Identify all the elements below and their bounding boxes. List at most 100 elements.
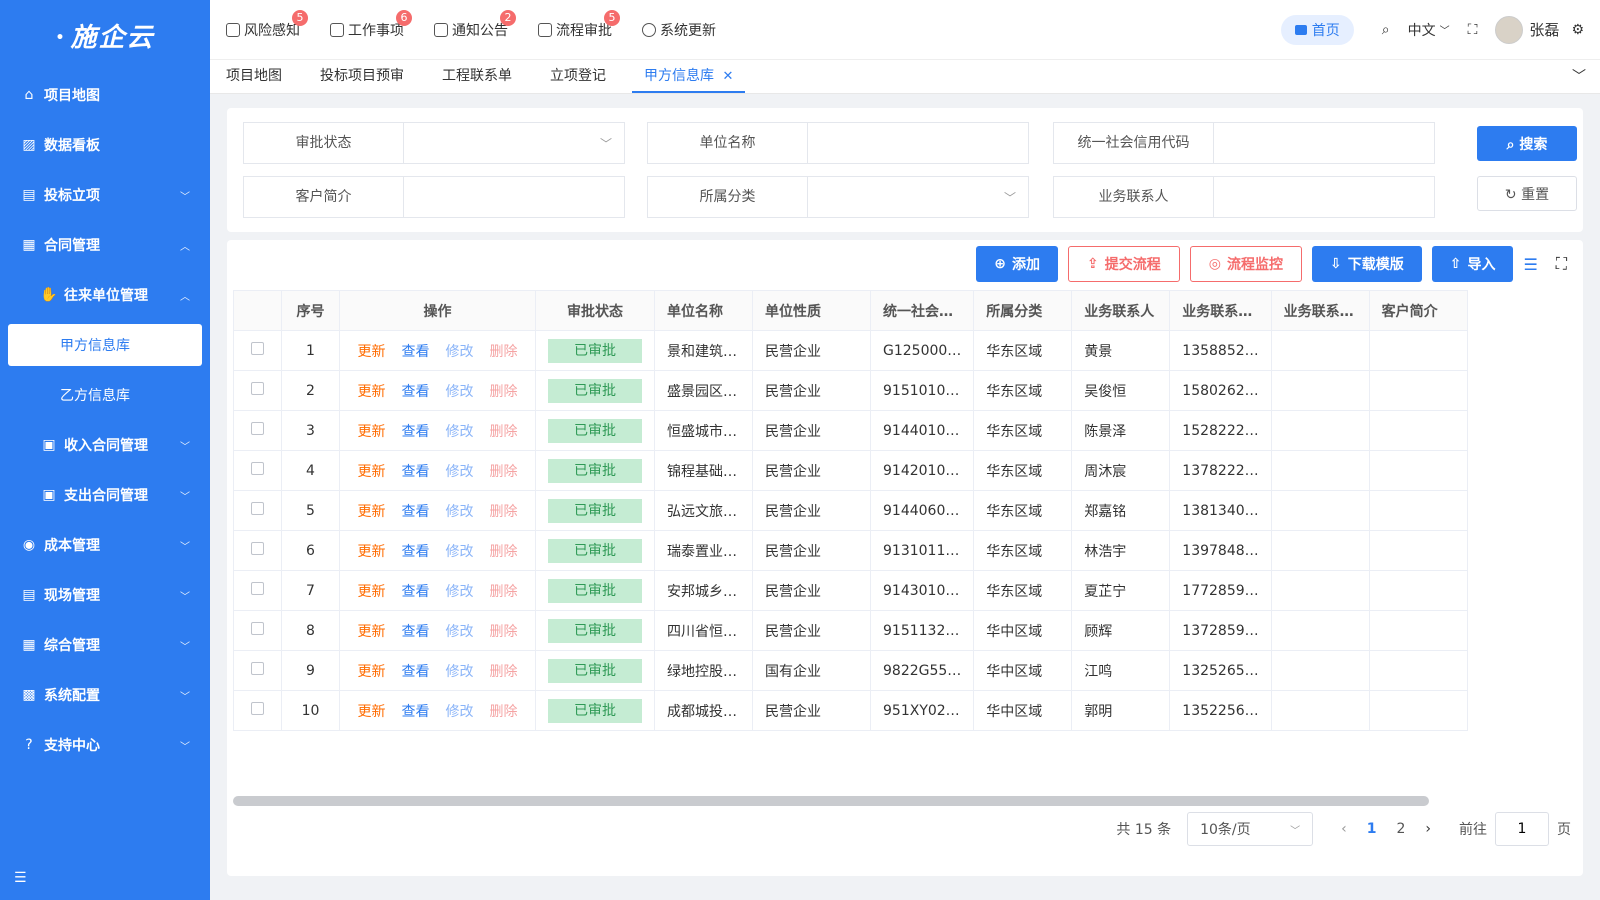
row-checkbox[interactable] xyxy=(251,582,264,595)
search-button[interactable]: ⌕ 搜索 xyxy=(1477,126,1577,161)
edit-link[interactable]: 修改 xyxy=(446,424,474,440)
column-header[interactable]: 所属分类 xyxy=(973,290,1073,331)
row-checkbox[interactable] xyxy=(251,662,264,675)
update-link[interactable]: 更新 xyxy=(358,544,386,560)
column-header[interactable]: 审批状态 xyxy=(535,290,655,331)
chevron-down-icon[interactable]: ﹀ xyxy=(1572,66,1586,86)
column-settings-icon[interactable]: ☰ xyxy=(1523,255,1537,274)
view-link[interactable]: 查看 xyxy=(402,584,430,600)
goto-page-input[interactable] xyxy=(1495,812,1549,846)
search-icon[interactable]: ⌕ xyxy=(1382,22,1390,38)
sidebar-item-bidding[interactable]: ▤ 投标立项 ﹀ xyxy=(0,170,210,220)
reset-button[interactable]: ↻ 重置 xyxy=(1477,176,1577,211)
update-link[interactable]: 更新 xyxy=(358,384,386,400)
edit-link[interactable]: 修改 xyxy=(446,664,474,680)
language-select[interactable]: 中文 ﹀ xyxy=(1408,20,1450,40)
edit-link[interactable]: 修改 xyxy=(446,464,474,480)
view-link[interactable]: 查看 xyxy=(402,624,430,640)
avatar[interactable] xyxy=(1495,15,1524,44)
edit-link[interactable]: 修改 xyxy=(446,624,474,640)
row-checkbox[interactable] xyxy=(251,542,264,555)
delete-link[interactable]: 删除 xyxy=(490,704,518,720)
topnav-approvals[interactable]: 流程审批 5 xyxy=(538,9,620,40)
tab-project-map[interactable]: 项目地图 xyxy=(214,59,294,93)
add-button[interactable]: ⊕ 添加 xyxy=(976,246,1059,282)
row-checkbox[interactable] xyxy=(251,382,264,395)
column-header[interactable]: 单位名称 xyxy=(654,290,753,331)
customer-profile-input[interactable] xyxy=(404,177,624,217)
topnav-tasks[interactable]: 工作事项 6 xyxy=(330,9,412,40)
prev-page-icon[interactable]: ‹ xyxy=(1341,821,1347,837)
approval-status-select[interactable] xyxy=(404,123,624,163)
delete-link[interactable]: 删除 xyxy=(490,424,518,440)
fullscreen-icon[interactable]: ⛶ xyxy=(1468,22,1478,38)
page-number[interactable]: 1 xyxy=(1367,821,1377,837)
download-template-button[interactable]: ⇩ 下载模版 xyxy=(1311,246,1422,282)
tab-bid-prequal[interactable]: 投标项目预审 xyxy=(308,59,416,93)
collapse-sidebar-icon[interactable]: ☰ xyxy=(14,870,27,886)
page-size-select[interactable]: 10条/页 ﹀ xyxy=(1187,812,1314,846)
username[interactable]: 张磊 xyxy=(1529,19,1559,40)
sidebar-item-partner-units[interactable]: ✋ 往来单位管理 ︿ xyxy=(0,270,210,320)
sidebar-item-cost[interactable]: ◉ 成本管理 ﹀ xyxy=(0,520,210,570)
column-header[interactable]: 单位性质 xyxy=(752,290,871,331)
sidebar-item-project-map[interactable]: ⌂ 项目地图 xyxy=(0,70,210,120)
view-link[interactable]: 查看 xyxy=(402,664,430,680)
edit-link[interactable]: 修改 xyxy=(446,584,474,600)
submit-flow-button[interactable]: ⇪ 提交流程 xyxy=(1068,246,1180,282)
update-link[interactable]: 更新 xyxy=(358,504,386,520)
edit-link[interactable]: 修改 xyxy=(446,704,474,720)
row-checkbox[interactable] xyxy=(251,342,264,355)
sidebar-item-system-config[interactable]: ▩ 系统配置 ﹀ xyxy=(0,670,210,720)
column-header[interactable]: 业务联系… xyxy=(1270,290,1370,331)
update-link[interactable]: 更新 xyxy=(358,464,386,480)
view-link[interactable]: 查看 xyxy=(402,344,430,360)
delete-link[interactable]: 删除 xyxy=(490,664,518,680)
column-header[interactable]: 序号 xyxy=(281,290,340,331)
close-icon[interactable]: ✕ xyxy=(722,69,733,84)
edit-link[interactable]: 修改 xyxy=(446,384,474,400)
logo[interactable]: 施企云 xyxy=(0,0,210,70)
credit-code-input[interactable] xyxy=(1214,123,1434,163)
sidebar-item-dashboard[interactable]: ▨ 数据看板 xyxy=(0,120,210,170)
page-number[interactable]: 2 xyxy=(1396,821,1405,837)
gear-icon[interactable]: ⚙ xyxy=(1571,22,1584,38)
delete-link[interactable]: 删除 xyxy=(490,344,518,360)
update-link[interactable]: 更新 xyxy=(358,584,386,600)
view-link[interactable]: 查看 xyxy=(402,504,430,520)
next-page-icon[interactable]: › xyxy=(1425,821,1431,837)
row-checkbox[interactable] xyxy=(251,462,264,475)
delete-link[interactable]: 删除 xyxy=(490,584,518,600)
view-link[interactable]: 查看 xyxy=(402,384,430,400)
home-button[interactable]: 首页 xyxy=(1280,14,1354,45)
row-checkbox[interactable] xyxy=(251,502,264,515)
delete-link[interactable]: 删除 xyxy=(490,624,518,640)
contact-input[interactable] xyxy=(1214,177,1434,217)
import-button[interactable]: ⇧ 导入 xyxy=(1431,246,1514,282)
sidebar-item-contract[interactable]: ▦ 合同管理 ︿ xyxy=(0,220,210,270)
horizontal-scrollbar[interactable] xyxy=(233,796,1429,806)
update-link[interactable]: 更新 xyxy=(358,624,386,640)
column-header[interactable]: 业务联系人 xyxy=(1071,290,1171,331)
flow-monitor-button[interactable]: ◎ 流程监控 xyxy=(1189,246,1302,282)
topnav-risk[interactable]: 风险感知 5 xyxy=(226,9,308,40)
row-checkbox[interactable] xyxy=(251,422,264,435)
view-link[interactable]: 查看 xyxy=(402,704,430,720)
edit-link[interactable]: 修改 xyxy=(446,544,474,560)
topnav-updates[interactable]: 系统更新 xyxy=(642,20,716,40)
view-link[interactable]: 查看 xyxy=(402,424,430,440)
view-link[interactable]: 查看 xyxy=(402,544,430,560)
delete-link[interactable]: 删除 xyxy=(490,384,518,400)
tab-contact-sheet[interactable]: 工程联系单 xyxy=(430,59,524,93)
row-checkbox[interactable] xyxy=(251,622,264,635)
sidebar-item-support[interactable]: ? 支持中心 ﹀ xyxy=(0,720,210,770)
update-link[interactable]: 更新 xyxy=(358,344,386,360)
column-header[interactable]: 统一社会… xyxy=(869,290,975,331)
edit-link[interactable]: 修改 xyxy=(446,504,474,520)
column-header[interactable]: 客户简介 xyxy=(1368,290,1468,331)
update-link[interactable]: 更新 xyxy=(358,704,386,720)
edit-link[interactable]: 修改 xyxy=(446,344,474,360)
sidebar-item-site[interactable]: ▤ 现场管理 ﹀ xyxy=(0,570,210,620)
sidebar-item-party-a[interactable]: 甲方信息库 xyxy=(8,324,202,366)
sidebar-item-party-b[interactable]: 乙方信息库 xyxy=(0,370,210,420)
